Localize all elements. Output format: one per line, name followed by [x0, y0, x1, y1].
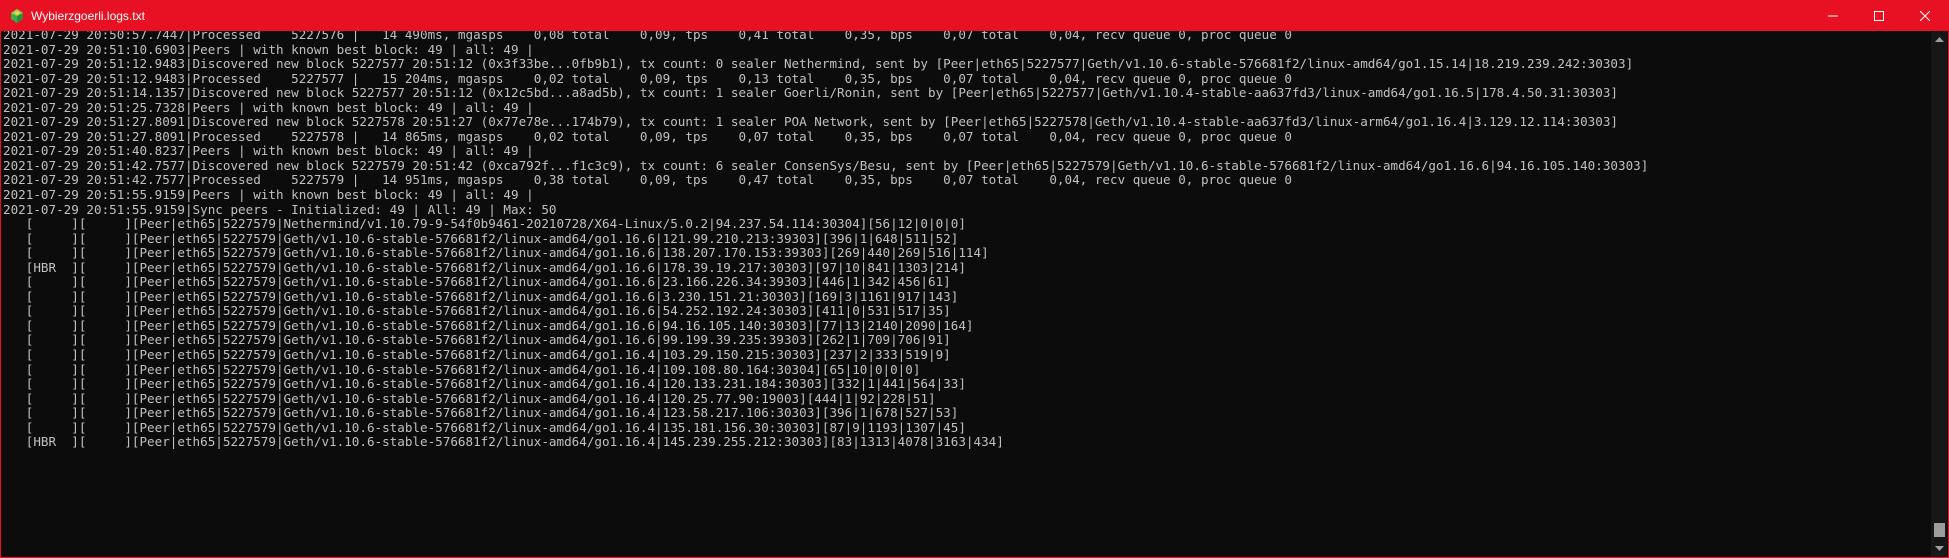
close-button[interactable] — [1902, 1, 1948, 31]
window-title: Wybierzgoerli.logs.txt — [31, 9, 145, 23]
log-line: [ ][ ][Peer|eth65|5227579|Geth/v1.10.6-s… — [3, 361, 921, 377]
log-line: 2021-07-29 20:50:57.7447|Processed 52275… — [3, 31, 1292, 42]
log-line: [ ][ ][Peer|eth65|5227579|Geth/v1.10.6-s… — [3, 303, 951, 319]
scroll-down-button[interactable] — [1931, 540, 1948, 557]
arrow-down-icon — [1935, 546, 1944, 551]
console-output[interactable]: 2021-07-29 20:50:57.7447|Processed 52275… — [1, 31, 1931, 557]
log-line: 2021-07-29 20:51:10.6903|Peers | with kn… — [3, 41, 534, 57]
log-line: 2021-07-29 20:51:55.9159|Sync peers - In… — [3, 201, 557, 217]
log-line: [ ][ ][Peer|eth65|5227579|Geth/v1.10.6-s… — [3, 317, 974, 333]
log-line: 2021-07-29 20:51:42.7577|Processed 52275… — [3, 172, 1292, 188]
log-line: 2021-07-29 20:51:40.8237|Peers | with kn… — [3, 143, 534, 159]
log-line: 2021-07-29 20:51:27.8091|Discovered new … — [3, 114, 1618, 130]
title-bar[interactable]: Wybierzgoerli.logs.txt — [1, 1, 1948, 31]
window-controls — [1810, 1, 1948, 31]
log-line: [ ][ ][Peer|eth65|5227579|Geth/v1.10.6-s… — [3, 419, 966, 435]
log-line: [ ][ ][Peer|eth65|5227579|Geth/v1.10.6-s… — [3, 390, 936, 406]
log-line: 2021-07-29 20:51:12.9483|Discovered new … — [3, 56, 1634, 72]
log-lines: 2021-07-29 20:50:57.7447|Processed 52275… — [3, 31, 1931, 450]
vertical-scrollbar[interactable] — [1931, 31, 1948, 557]
log-line: [ ][ ][Peer|eth65|5227579|Nethermind/v1.… — [3, 216, 966, 232]
console-window: Wybierzgoerli.logs.txt 2021-07-29 20:50:… — [0, 0, 1949, 558]
minimize-button[interactable] — [1810, 1, 1856, 31]
log-line: [ ][ ][Peer|eth65|5227579|Geth/v1.10.6-s… — [3, 405, 959, 421]
log-line: [ ][ ][Peer|eth65|5227579|Geth/v1.10.6-s… — [3, 288, 959, 304]
scroll-thumb[interactable] — [1934, 523, 1945, 537]
minimize-icon — [1828, 15, 1838, 17]
log-line: 2021-07-29 20:51:14.1357|Discovered new … — [3, 85, 1618, 101]
log-line: [ ][ ][Peer|eth65|5227579|Geth/v1.10.6-s… — [3, 332, 951, 348]
log-line: 2021-07-29 20:51:12.9483|Processed 52275… — [3, 70, 1292, 86]
maximize-button[interactable] — [1856, 1, 1902, 31]
arrow-up-icon — [1935, 37, 1944, 42]
log-line: [ ][ ][Peer|eth65|5227579|Geth/v1.10.6-s… — [3, 230, 959, 246]
maximize-icon — [1874, 11, 1884, 21]
close-icon — [1920, 11, 1930, 21]
log-line: [ ][ ][Peer|eth65|5227579|Geth/v1.10.6-s… — [3, 347, 951, 363]
log-line: [HBR ][ ][Peer|eth65|5227579|Geth/v1.10.… — [3, 434, 1004, 450]
log-line: 2021-07-29 20:51:42.7577|Discovered new … — [3, 157, 1649, 173]
log-line: [ ][ ][Peer|eth65|5227579|Geth/v1.10.6-s… — [3, 376, 966, 392]
log-line: 2021-07-29 20:51:25.7328|Peers | with kn… — [3, 99, 534, 115]
log-line: [ ][ ][Peer|eth65|5227579|Geth/v1.10.6-s… — [3, 274, 951, 290]
log-line: 2021-07-29 20:51:27.8091|Processed 52275… — [3, 128, 1292, 144]
gem-icon — [9, 8, 25, 24]
log-line: [ ][ ][Peer|eth65|5227579|Geth/v1.10.6-s… — [3, 245, 989, 261]
log-line: 2021-07-29 20:51:55.9159|Peers | with kn… — [3, 187, 534, 203]
scroll-up-button[interactable] — [1931, 31, 1948, 48]
log-line: [HBR ][ ][Peer|eth65|5227579|Geth/v1.10.… — [3, 259, 966, 275]
